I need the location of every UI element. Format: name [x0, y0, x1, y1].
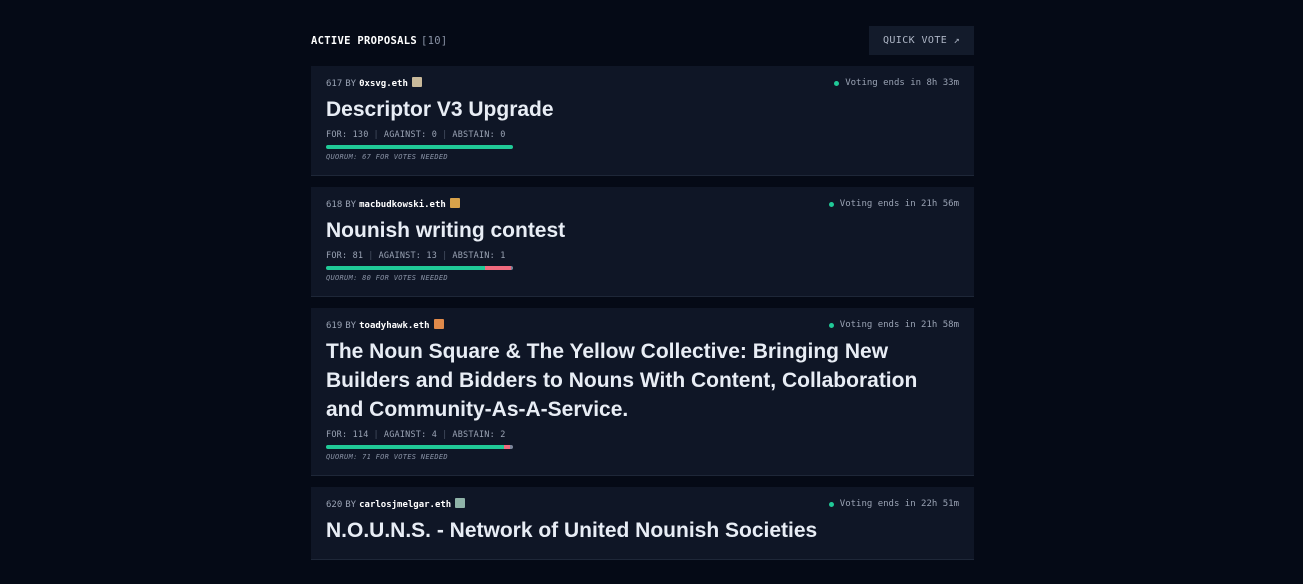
by-label: BY — [345, 79, 357, 89]
proposal-author[interactable]: 0xsvg.eth — [359, 79, 408, 89]
proposal-title[interactable]: N.O.U.N.S. - Network of United Nounish S… — [326, 516, 959, 545]
status-dot-icon — [828, 322, 834, 328]
author-avatar-icon — [411, 77, 422, 87]
divider: | — [373, 130, 379, 140]
proposal-author[interactable]: macbudkowski.eth — [359, 200, 446, 210]
proposal-title[interactable]: The Noun Square & The Yellow Collective:… — [326, 337, 959, 424]
for-count: FOR: 130 — [326, 130, 369, 140]
voting-status: Voting ends in 21h 58m — [828, 320, 959, 330]
abstain-segment — [511, 266, 513, 270]
status-dot-icon — [828, 501, 834, 507]
author-avatar-icon — [449, 198, 460, 208]
voting-status: Voting ends in 21h 56m — [828, 199, 959, 209]
proposal-card[interactable]: 620 BY carlosjmelgar.eth Voting ends in 22… — [311, 487, 974, 560]
proposal-card[interactable]: 618 BY macbudkowski.eth Voting ends in 21h… — [311, 187, 974, 297]
proposal-number: 617 — [326, 79, 343, 89]
status-dot-icon — [834, 80, 840, 86]
abstain-segment — [509, 445, 513, 449]
divider: | — [442, 130, 448, 140]
divider: | — [373, 430, 379, 440]
quorum-note: QUORUM: 71 FOR VOTES NEEDED — [326, 453, 448, 461]
author-avatar-icon — [455, 498, 466, 508]
proposal-number: 618 — [326, 200, 343, 210]
status-dot-icon — [828, 201, 834, 207]
divider: | — [442, 430, 448, 440]
proposal-meta: 620 BY carlosjmelgar.eth — [326, 498, 466, 510]
vote-progress-bar — [326, 445, 513, 449]
proposal-count: [10] — [420, 34, 448, 47]
vote-counts: FOR: 114 | AGAINST: 4 | ABSTAIN: 2 — [326, 430, 959, 440]
proposal-author[interactable]: toadyhawk.eth — [359, 321, 429, 331]
quorum-note: QUORUM: 80 FOR VOTES NEEDED — [326, 274, 448, 282]
by-label: BY — [345, 200, 357, 210]
proposals-panel: ACTIVE PROPOSALS [10] QUICK VOTE ↗ 617 BY 0… — [311, 26, 974, 560]
for-count: FOR: 81 — [326, 251, 364, 261]
quorum-note: QUORUM: 67 FOR VOTES NEEDED — [326, 153, 448, 161]
against-count: AGAINST: 4 — [383, 430, 438, 440]
vote-counts: FOR: 130 | AGAINST: 0 | ABSTAIN: 0 — [326, 130, 959, 140]
vote-progress-bar — [326, 266, 513, 270]
proposal-meta: 619 BY toadyhawk.eth — [326, 319, 444, 331]
proposal-card[interactable]: 619 BY toadyhawk.eth Voting ends in 21h 58… — [311, 308, 974, 476]
against-count: AGAINST: 13 — [378, 251, 438, 261]
for-segment — [326, 266, 486, 270]
for-segment — [326, 445, 504, 449]
voting-status: Voting ends in 22h 51m — [828, 499, 959, 509]
abstain-count: ABSTAIN: 1 — [452, 251, 506, 261]
voting-ends-text: Voting ends in 21h 56m — [839, 199, 959, 209]
divider: | — [442, 251, 448, 261]
proposal-number: 619 — [326, 321, 343, 331]
proposal-title[interactable]: Nounish writing contest — [326, 216, 959, 245]
proposal-author[interactable]: carlosjmelgar.eth — [359, 500, 451, 510]
for-count: FOR: 114 — [326, 430, 369, 440]
by-label: BY — [345, 500, 357, 510]
abstain-count: ABSTAIN: 0 — [452, 130, 506, 140]
voting-ends-text: Voting ends in 21h 58m — [839, 320, 959, 330]
proposals-header: ACTIVE PROPOSALS [10] QUICK VOTE ↗ — [311, 26, 974, 55]
voting-status: Voting ends in 8h 33m — [834, 78, 959, 88]
by-label: BY — [345, 321, 357, 331]
for-segment — [326, 145, 513, 149]
proposal-title[interactable]: Descriptor V3 Upgrade — [326, 95, 959, 124]
voting-ends-text: Voting ends in 8h 33m — [845, 78, 959, 88]
section-title: ACTIVE PROPOSALS [10] — [311, 35, 447, 47]
section-title-text: ACTIVE PROPOSALS — [311, 34, 417, 47]
quick-vote-button[interactable]: QUICK VOTE ↗ — [868, 26, 974, 55]
author-avatar-icon — [433, 319, 444, 329]
voting-ends-text: Voting ends in 22h 51m — [839, 499, 959, 509]
proposal-meta: 617 BY 0xsvg.eth — [326, 77, 422, 89]
proposal-number: 620 — [326, 500, 343, 510]
vote-progress-bar — [326, 145, 513, 149]
abstain-count: ABSTAIN: 2 — [452, 430, 506, 440]
against-count: AGAINST: 0 — [383, 130, 438, 140]
against-segment — [485, 266, 512, 270]
proposal-card[interactable]: 617 BY 0xsvg.eth Voting ends in 8h 33m Des… — [311, 66, 974, 176]
vote-counts: FOR: 81 | AGAINST: 13 | ABSTAIN: 1 — [326, 251, 959, 261]
proposal-meta: 618 BY macbudkowski.eth — [326, 198, 460, 210]
divider: | — [368, 251, 374, 261]
